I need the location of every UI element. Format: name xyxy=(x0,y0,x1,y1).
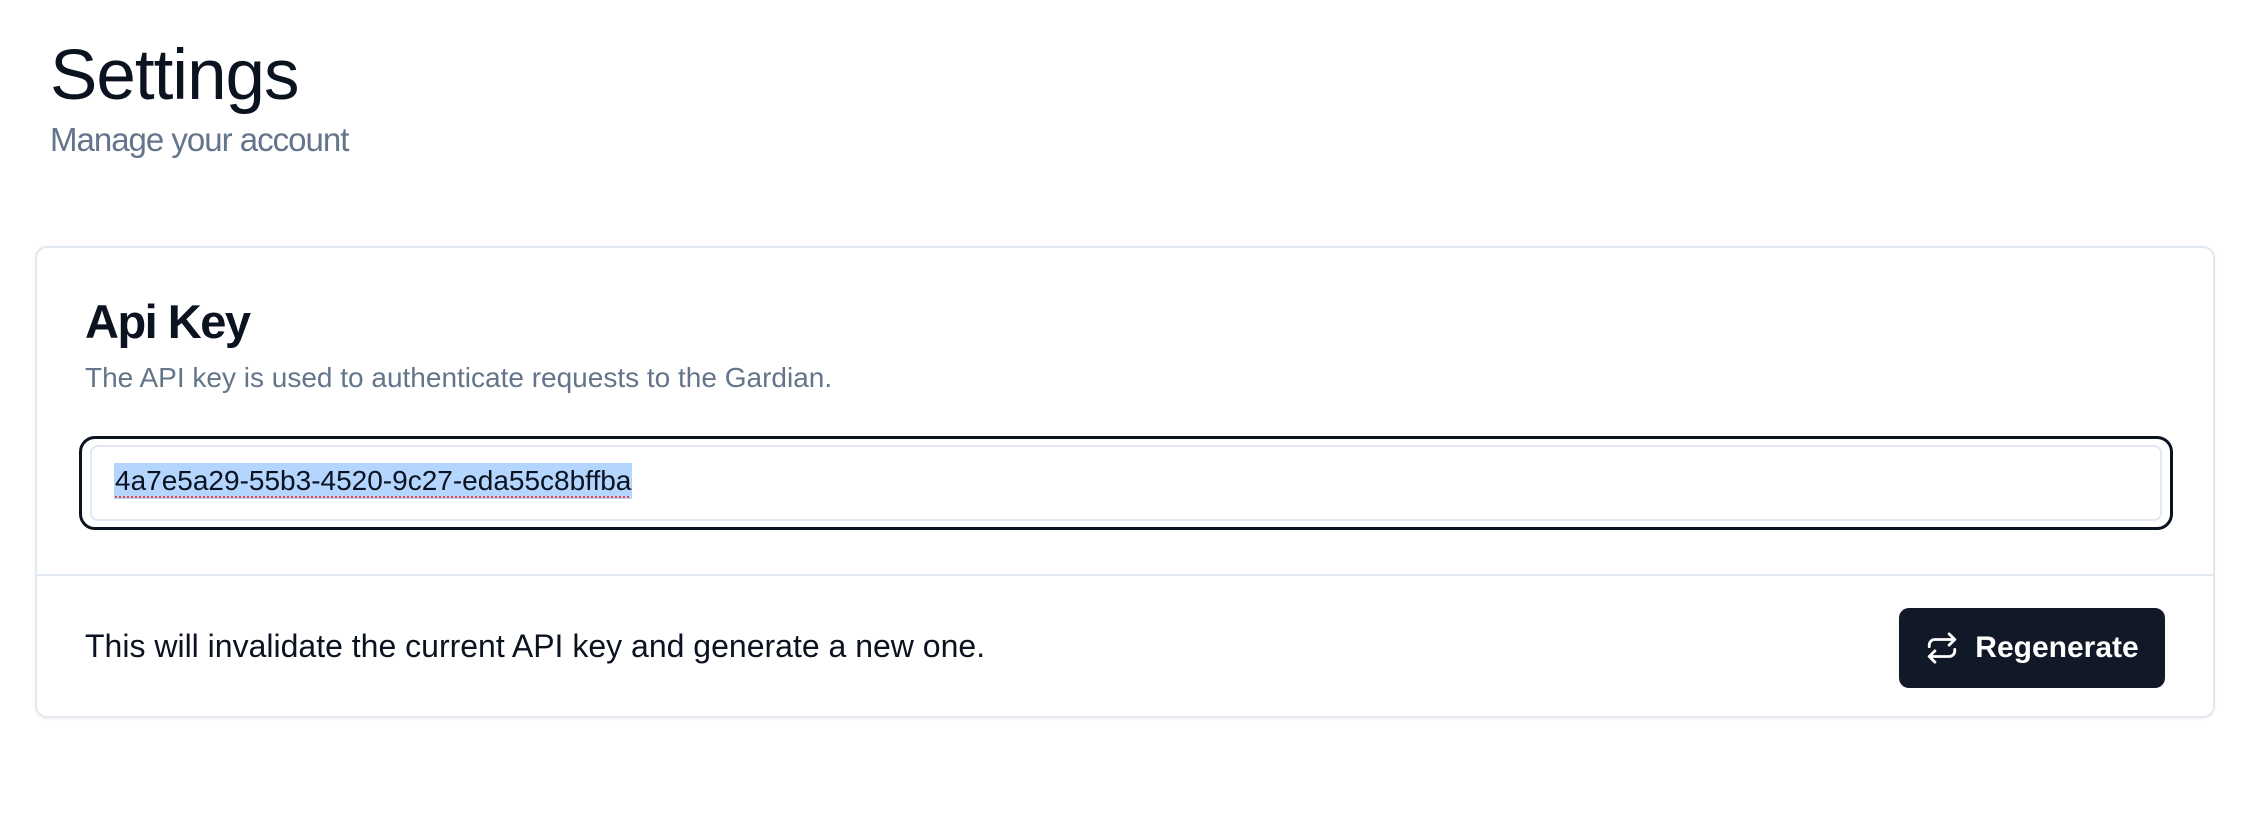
api-key-title: Api Key xyxy=(85,295,251,348)
settings-page: Settings Manage your account Api Key The… xyxy=(0,0,2260,814)
api-key-card-body: Api Key The API key is used to authentic… xyxy=(37,248,2213,574)
regenerate-button[interactable]: Regenerate xyxy=(1899,608,2165,688)
api-key-value[interactable]: 4a7e5a29-55b3-4520-9c27-eda55c8bffba xyxy=(114,463,633,499)
api-key-input[interactable]: 4a7e5a29-55b3-4520-9c27-eda55c8bffba xyxy=(90,445,2162,521)
regenerate-warning-text: This will invalidate the current API key… xyxy=(85,628,986,664)
page-subtitle: Manage your account xyxy=(50,121,349,158)
page-header: Settings Manage your account xyxy=(50,34,349,160)
regenerate-button-label: Regenerate xyxy=(1975,631,2139,664)
api-key-card-footer: This will invalidate the current API key… xyxy=(37,576,2213,716)
api-key-description: The API key is used to authenticate requ… xyxy=(85,362,833,393)
page-title: Settings xyxy=(50,36,300,115)
repeat-icon xyxy=(1925,631,1959,665)
api-key-card: Api Key The API key is used to authentic… xyxy=(35,246,2215,718)
api-key-field-focus-ring: 4a7e5a29-55b3-4520-9c27-eda55c8bffba xyxy=(79,436,2173,530)
